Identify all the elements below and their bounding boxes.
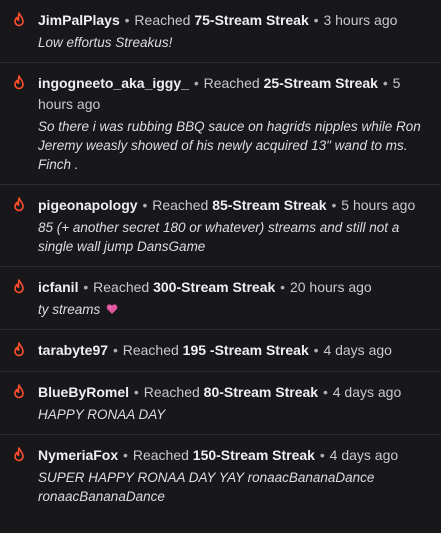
separator: • bbox=[123, 447, 128, 463]
feed-headline: NymeriaFox • Reached 150-Stream Streak •… bbox=[38, 445, 429, 466]
flame-icon bbox=[14, 12, 24, 27]
separator: • bbox=[382, 75, 388, 91]
timestamp: 4 days ago bbox=[323, 342, 392, 358]
streak-feed: JimPalPlays • Reached 75-Stream Streak •… bbox=[0, 0, 441, 516]
streak-message: Low effortus Streakus! bbox=[38, 35, 173, 50]
separator: • bbox=[322, 384, 328, 400]
timestamp: 4 days ago bbox=[332, 384, 402, 400]
streak-label: 75-Stream Streak bbox=[194, 12, 309, 28]
streak-label: 80-Stream Streak bbox=[203, 384, 319, 400]
separator: • bbox=[112, 342, 118, 358]
username-link[interactable]: NymeriaFox bbox=[38, 447, 118, 463]
separator: • bbox=[313, 12, 319, 28]
streak-message: So there i was rubbing BBQ sauce on hagr… bbox=[38, 119, 421, 172]
username-link[interactable]: pigeonapology bbox=[38, 197, 138, 213]
username-link[interactable]: icfanil bbox=[38, 279, 78, 295]
feed-headline: tarabyte97 • Reached 195 -Stream Streak … bbox=[38, 340, 429, 361]
timestamp: 20 hours ago bbox=[289, 279, 372, 295]
feed-headline: pigeonapology • Reached 85-Stream Streak… bbox=[38, 195, 429, 216]
reached-label: Reached bbox=[134, 12, 191, 28]
feed-item: NymeriaFox • Reached 150-Stream Streak •… bbox=[0, 435, 441, 516]
flame-icon bbox=[14, 447, 24, 462]
streak-message: 85 (+ another secret 180 or whatever) st… bbox=[38, 220, 400, 254]
feed-item: icfanil • Reached 300-Stream Streak • 20… bbox=[0, 267, 441, 330]
reached-label: Reached bbox=[122, 342, 179, 358]
username-link[interactable]: JimPalPlays bbox=[38, 12, 120, 28]
separator: • bbox=[331, 197, 337, 213]
separator: • bbox=[313, 342, 319, 358]
feed-headline: BlueByRomel • Reached 80-Stream Streak •… bbox=[38, 382, 429, 403]
feed-item: pigeonapology • Reached 85-Stream Streak… bbox=[0, 185, 441, 267]
streak-label: 300-Stream Streak bbox=[153, 279, 276, 295]
pink-heart-emoji bbox=[106, 304, 118, 314]
streak-message: SUPER HAPPY RONAA DAY YAY ronaacBananaDa… bbox=[38, 470, 375, 504]
feed-headline: icfanil • Reached 300-Stream Streak • 20… bbox=[38, 277, 429, 298]
streak-label: 195 -Stream Streak bbox=[182, 342, 309, 358]
reached-label: Reached bbox=[152, 197, 209, 213]
separator: • bbox=[280, 279, 286, 295]
streak-message-text: ty streams bbox=[38, 302, 101, 317]
streak-label: 25-Stream Streak bbox=[263, 75, 378, 91]
username-link[interactable]: tarabyte97 bbox=[38, 342, 108, 358]
flame-icon bbox=[14, 342, 24, 357]
separator: • bbox=[124, 12, 130, 28]
feed-item: tarabyte97 • Reached 195 -Stream Streak … bbox=[0, 330, 441, 372]
separator: • bbox=[83, 279, 89, 295]
reached-label: Reached bbox=[143, 384, 200, 400]
feed-item: ingogneeto_aka_iggy_ • Reached 25-Stream… bbox=[0, 63, 441, 185]
username-link[interactable]: BlueByRomel bbox=[38, 384, 129, 400]
streak-label: 85-Stream Streak bbox=[212, 197, 327, 213]
username-link[interactable]: ingogneeto_aka_iggy_ bbox=[38, 75, 189, 91]
feed-headline: JimPalPlays • Reached 75-Stream Streak •… bbox=[38, 10, 429, 31]
streak-label: 150-Stream Streak bbox=[192, 447, 315, 463]
separator: • bbox=[133, 384, 139, 400]
flame-icon bbox=[14, 279, 24, 294]
streak-message: ty streams bbox=[38, 300, 429, 319]
separator: • bbox=[193, 75, 199, 91]
reached-label: Reached bbox=[132, 447, 189, 463]
reached-label: Reached bbox=[203, 75, 260, 91]
feed-headline: ingogneeto_aka_iggy_ • Reached 25-Stream… bbox=[38, 73, 429, 115]
timestamp: 5 hours ago bbox=[341, 197, 416, 213]
timestamp: 3 hours ago bbox=[323, 12, 398, 28]
separator: • bbox=[142, 197, 148, 213]
flame-icon bbox=[14, 197, 24, 212]
streak-message: HAPPY RONAA DAY bbox=[38, 407, 166, 422]
feed-item: BlueByRomel • Reached 80-Stream Streak •… bbox=[0, 372, 441, 435]
flame-icon bbox=[14, 75, 24, 90]
feed-item: JimPalPlays • Reached 75-Stream Streak •… bbox=[0, 0, 441, 63]
flame-icon bbox=[14, 384, 24, 399]
reached-label: Reached bbox=[93, 279, 150, 295]
separator: • bbox=[319, 447, 325, 463]
timestamp: 4 days ago bbox=[329, 447, 399, 463]
